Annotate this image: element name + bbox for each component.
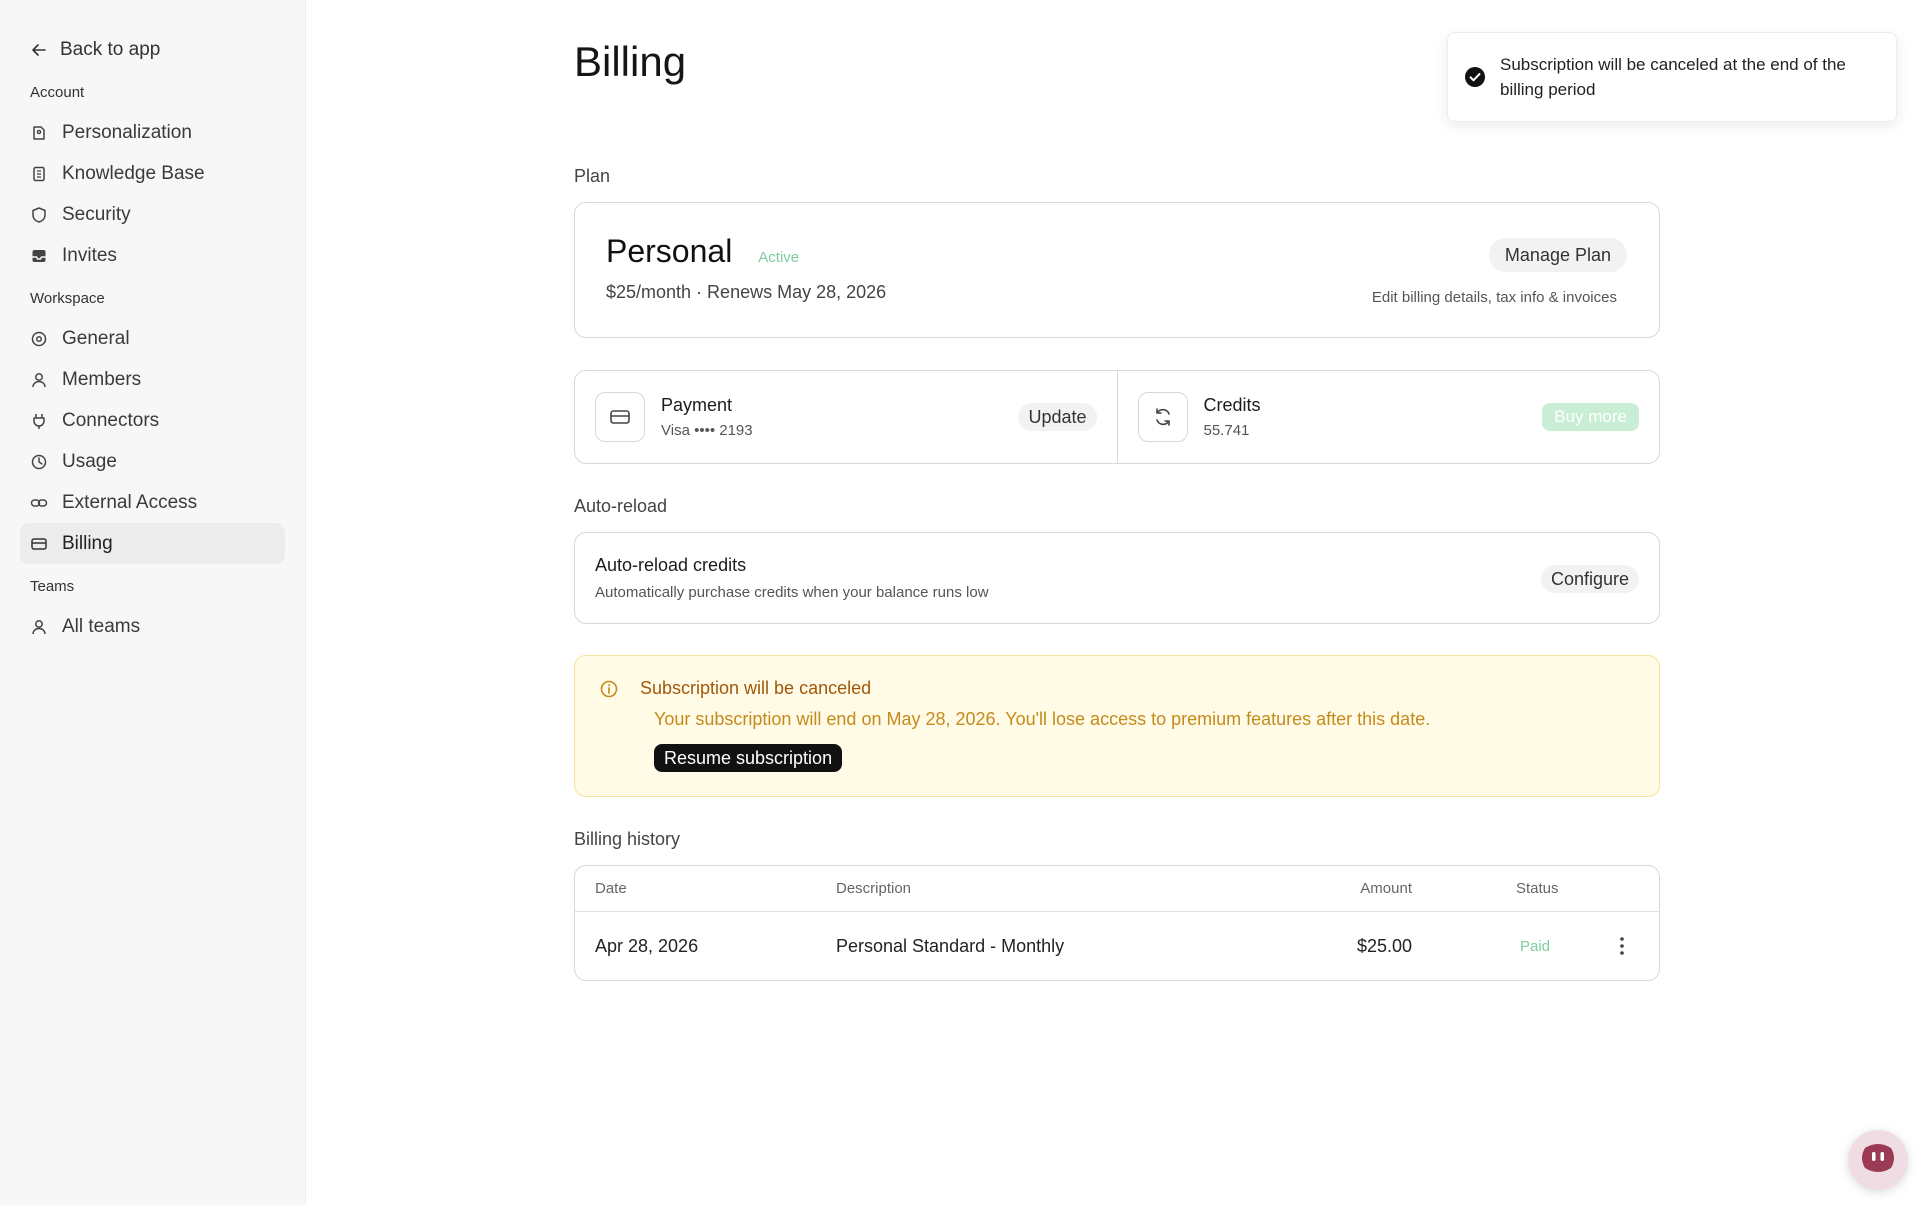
payment-panel: Payment Visa •••• 2193 Update xyxy=(575,371,1117,463)
row-status-badge: Paid xyxy=(1520,937,1551,955)
warning-text: Your subscription will end on May 28, 20… xyxy=(654,709,1431,729)
section-label-workspace: Workspace xyxy=(30,290,105,307)
check-circle-icon xyxy=(1464,66,1486,88)
user-icon xyxy=(30,618,48,636)
arrow-left-icon xyxy=(30,41,48,59)
sidebar-item-label: Members xyxy=(62,368,142,390)
assistant-avatar-icon xyxy=(1857,1140,1899,1181)
row-description: Personal Standard - Monthly xyxy=(836,935,1065,956)
sidebar-item-billing[interactable]: Billing xyxy=(20,523,285,564)
payment-credits-card: Payment Visa •••• 2193 Update Credits 55… xyxy=(574,370,1660,464)
sidebar-item-label: Security xyxy=(62,203,131,225)
row-amount: $25.00 xyxy=(1356,935,1412,956)
table-row: Apr 28, 2026 Personal Standard - Monthly… xyxy=(575,912,1659,980)
card-icon xyxy=(30,535,48,553)
personalization-icon xyxy=(30,124,48,142)
gear-icon xyxy=(30,330,48,348)
warning-title: Subscription will be canceled xyxy=(640,678,872,698)
sidebar-item-connectors[interactable]: Connectors xyxy=(20,400,285,441)
plan-card: Personal Active $25/month · Renews May 2… xyxy=(574,202,1660,338)
configure-auto-reload-button[interactable]: Configure xyxy=(1540,565,1639,593)
sidebar-item-label: All teams xyxy=(62,615,141,637)
payment-card-info: Visa •••• 2193 xyxy=(661,422,753,439)
plan-section-label: Plan xyxy=(574,166,611,186)
sidebar-item-label: Billing xyxy=(62,532,113,554)
credits-panel: Credits 55.741 Buy more xyxy=(1116,371,1660,463)
table-header: Date Description Amount Status xyxy=(575,866,1659,912)
column-header-amount: Amount xyxy=(1360,880,1412,897)
sidebar-item-label: Invites xyxy=(62,244,117,266)
section-label-teams: Teams xyxy=(30,578,75,595)
shield-icon xyxy=(30,206,48,224)
sidebar-item-general[interactable]: General xyxy=(20,318,285,359)
section-label-account: Account xyxy=(30,84,85,101)
sidebar-item-knowledge-base[interactable]: Knowledge Base xyxy=(20,153,285,194)
auto-reload-section-label: Auto-reload xyxy=(574,496,668,516)
auto-reload-title: Auto-reload credits xyxy=(595,555,747,575)
back-to-app-link[interactable]: Back to app xyxy=(20,28,285,72)
column-header-description: Description xyxy=(836,880,912,897)
plan-name: Personal xyxy=(606,233,733,269)
card-icon xyxy=(595,392,645,442)
sidebar-item-external-access[interactable]: External Access xyxy=(20,482,285,523)
billing-history-section-label: Billing history xyxy=(574,829,681,849)
sidebar-section-workspace: Workspace General Members Connectors Usa… xyxy=(20,288,285,564)
sidebar-item-all-teams[interactable]: All teams xyxy=(20,606,285,647)
toast-message: Subscription will be canceled at the end… xyxy=(1500,55,1846,99)
column-header-date: Date xyxy=(595,880,627,897)
credits-title: Credits xyxy=(1203,395,1261,415)
sidebar-item-label: Personalization xyxy=(62,121,192,143)
manage-plan-button[interactable]: Manage Plan xyxy=(1488,238,1627,272)
plan-status-badge: Active xyxy=(758,249,800,266)
link-icon xyxy=(30,494,48,512)
sidebar-item-usage[interactable]: Usage xyxy=(20,441,285,482)
assistant-button[interactable] xyxy=(1848,1130,1908,1190)
payment-title: Payment xyxy=(661,395,733,415)
sidebar-item-label: Knowledge Base xyxy=(62,162,205,184)
sidebar: Back to app Account Personalization Know… xyxy=(0,0,306,1205)
row-date: Apr 28, 2026 xyxy=(595,935,699,956)
more-options-icon[interactable] xyxy=(1619,912,1625,980)
column-header-status: Status xyxy=(1516,880,1559,897)
sidebar-item-security[interactable]: Security xyxy=(20,194,285,235)
sidebar-section-teams: Teams All teams xyxy=(20,576,285,647)
user-icon xyxy=(30,371,48,389)
info-icon xyxy=(599,679,619,699)
sidebar-item-personalization[interactable]: Personalization xyxy=(20,112,285,153)
book-icon xyxy=(30,165,48,183)
update-payment-button[interactable]: Update xyxy=(1018,403,1097,431)
sidebar-item-members[interactable]: Members xyxy=(20,359,285,400)
toast-notification: Subscription will be canceled at the end… xyxy=(1447,32,1897,122)
sidebar-section-account: Account Personalization Knowledge Base S… xyxy=(20,82,285,276)
sidebar-item-label: External Access xyxy=(62,491,198,513)
cancellation-warning: Subscription will be canceled Your subsc… xyxy=(574,655,1660,797)
sidebar-item-invites[interactable]: Invites xyxy=(20,235,285,276)
inbox-icon xyxy=(30,247,48,265)
plug-icon xyxy=(30,412,48,430)
main-content: Billing Plan Personal Active $25/month ·… xyxy=(574,0,1660,981)
sidebar-item-label: General xyxy=(62,327,130,349)
auto-reload-card: Auto-reload credits Automatically purcha… xyxy=(574,532,1660,624)
resume-subscription-button[interactable]: Resume subscription xyxy=(654,744,843,772)
credits-balance: 55.741 xyxy=(1203,422,1250,439)
back-to-app-label: Back to app xyxy=(60,39,161,60)
refresh-icon xyxy=(1137,392,1188,442)
auto-reload-description: Automatically purchase credits when your… xyxy=(595,584,989,601)
sidebar-item-label: Usage xyxy=(62,450,117,472)
billing-history-table: Date Description Amount Status Apr 28, 2… xyxy=(574,865,1660,981)
manage-plan-description: Edit billing details, tax info & invoice… xyxy=(1371,289,1617,306)
usage-icon xyxy=(30,453,48,471)
buy-more-button[interactable]: Buy more xyxy=(1542,403,1639,431)
sidebar-item-label: Connectors xyxy=(62,409,160,431)
